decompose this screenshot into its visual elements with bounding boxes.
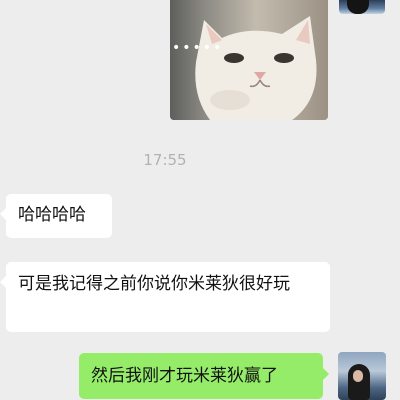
sticker-dots: ••••• <box>172 40 224 56</box>
message-text: 哈哈哈哈 <box>18 205 86 225</box>
message-timestamp: 17:55 <box>143 151 187 169</box>
cat-sticker-image[interactable]: ••••• <box>170 0 328 120</box>
received-message-bubble[interactable]: 可是我记得之前你说你米莱狄很好玩 <box>0 262 330 332</box>
my-avatar[interactable] <box>338 352 386 400</box>
cat-sticker-drawing <box>170 0 328 120</box>
avatar-hair <box>347 0 369 14</box>
message-text: 然后我刚才玩米莱狄赢了 <box>91 366 278 386</box>
avatar-face <box>353 370 363 382</box>
sent-message-bubble[interactable]: 然后我刚才玩米莱狄赢了 <box>79 353 329 399</box>
received-message-bubble[interactable]: 哈哈哈哈 <box>0 194 112 238</box>
message-text: 可是我记得之前你说你米莱狄很好玩 <box>18 274 290 294</box>
my-avatar-partial[interactable] <box>339 0 385 14</box>
